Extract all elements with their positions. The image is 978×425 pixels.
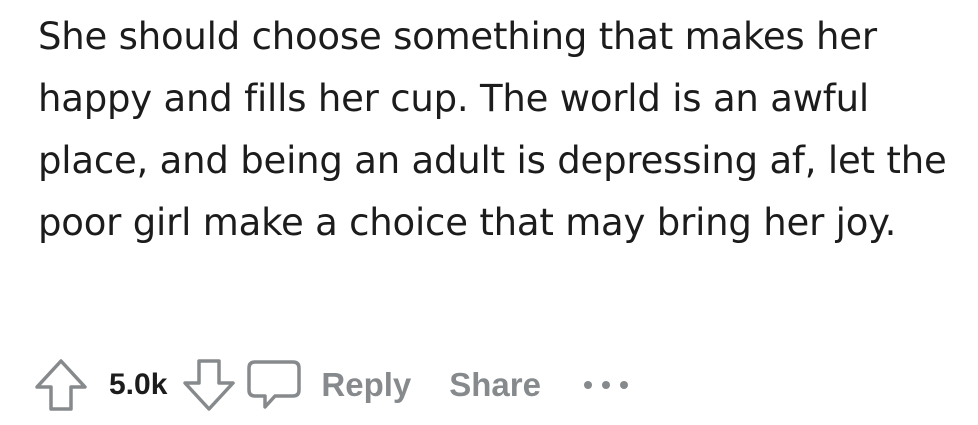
ellipsis-icon <box>583 381 628 389</box>
upvote-button[interactable] <box>33 357 89 413</box>
comment-text: She should choose something that makes h… <box>38 15 947 244</box>
comment-action-bar: 5.0k Reply Share <box>33 355 631 415</box>
share-button[interactable]: Share <box>449 366 541 404</box>
vote-count: 5.0k <box>109 368 168 401</box>
reply-button[interactable]: Reply <box>245 357 411 413</box>
comment-body: She should choose something that makes h… <box>38 6 968 254</box>
more-options-button[interactable] <box>581 365 631 405</box>
arrow-up-outline-icon <box>35 359 87 411</box>
arrow-down-outline-icon <box>183 359 236 411</box>
share-label: Share <box>449 366 541 403</box>
speech-bubble-icon <box>247 360 302 409</box>
downvote-button[interactable] <box>181 357 237 413</box>
reply-label: Reply <box>321 366 412 403</box>
